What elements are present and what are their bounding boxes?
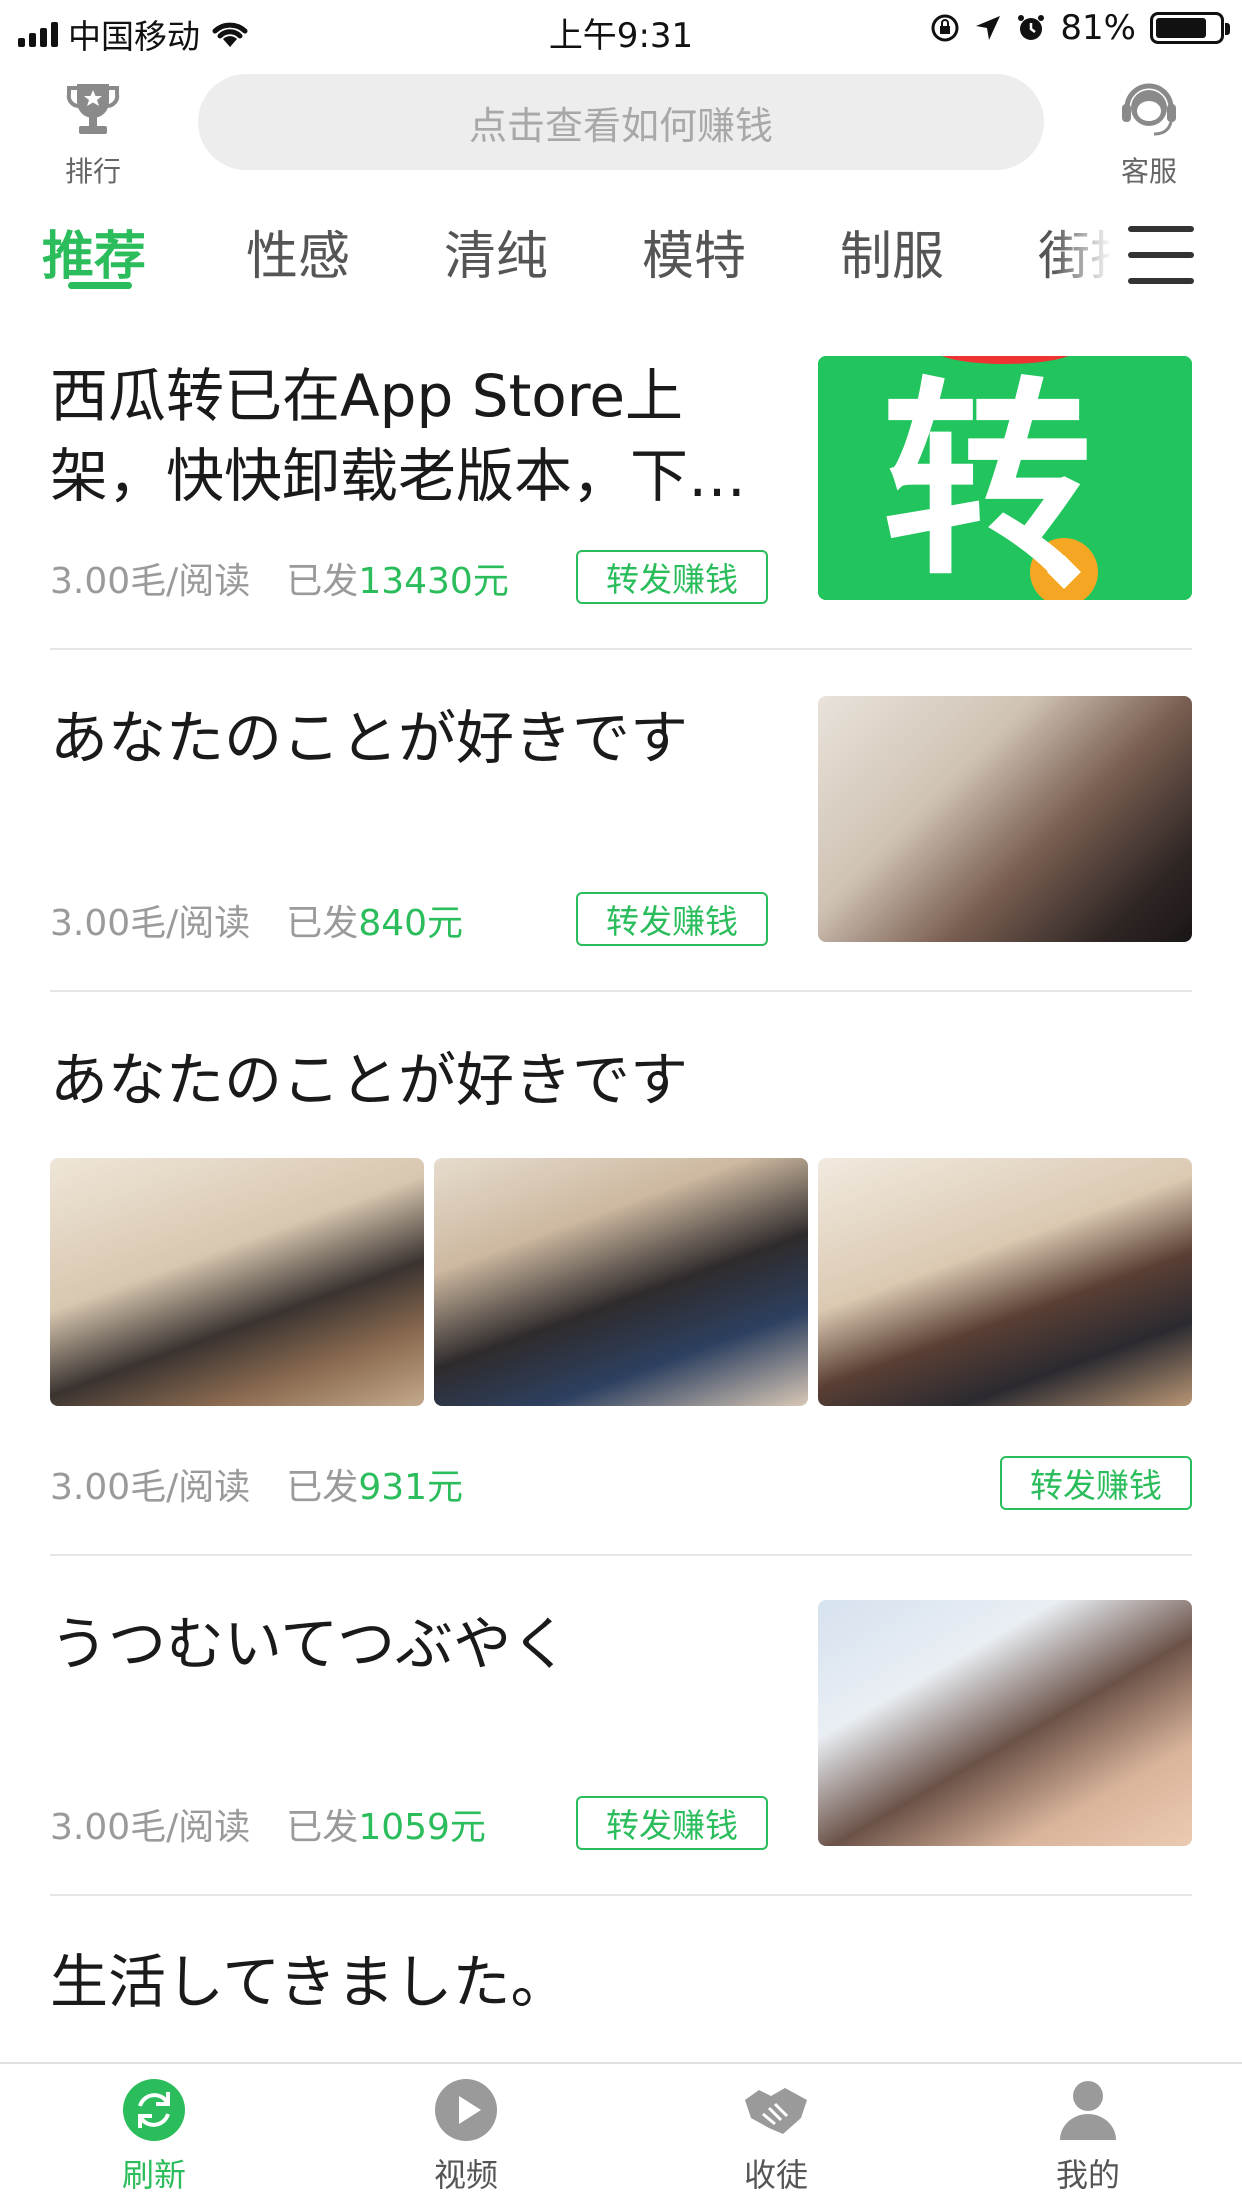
article-sent-amount: 931元 bbox=[358, 1467, 464, 1508]
trophy-icon bbox=[66, 84, 120, 134]
gallery-image[interactable] bbox=[434, 1158, 808, 1406]
customer-service-button[interactable]: 客服 bbox=[1104, 80, 1194, 190]
tabbar-label: 刷新 bbox=[121, 2156, 186, 2194]
article-item[interactable]: 生活してきました。 bbox=[50, 1942, 1192, 2022]
location-icon bbox=[976, 16, 1001, 40]
article-thumbnail-photo[interactable] bbox=[818, 1600, 1192, 1846]
play-icon bbox=[435, 2079, 497, 2141]
article-item[interactable]: うつむいてつぶやく bbox=[50, 1604, 770, 1684]
bottom-tab-bar: 刷新 视频 收徒 我的 bbox=[0, 2062, 1242, 2208]
article-thumbnail-app-logo[interactable]: 转 bbox=[818, 356, 1192, 600]
share-earn-button[interactable]: 转发赚钱 bbox=[576, 892, 768, 946]
refresh-icon bbox=[123, 2079, 185, 2141]
article-item[interactable]: 西瓜转已在App Store上架，快快卸载老版本，下… bbox=[50, 356, 770, 516]
top-header: 排行 点击查看如何赚钱 客服 bbox=[0, 62, 1242, 192]
tab-pure[interactable]: 清纯 bbox=[444, 214, 548, 289]
article-thumbnail-photo[interactable] bbox=[818, 696, 1192, 942]
article-title: 生活してきました。 bbox=[50, 1948, 569, 2016]
menu-icon[interactable] bbox=[1128, 226, 1194, 284]
article-meta: 3.00毛/阅读 已发931元 bbox=[50, 1458, 463, 1510]
divider bbox=[50, 1554, 1192, 1556]
orientation-lock-icon bbox=[931, 14, 959, 42]
article-sent-amount: 1059元 bbox=[358, 1807, 486, 1848]
tab-model[interactable]: 模特 bbox=[642, 214, 746, 289]
article-meta: 3.00毛/阅读 已发840元 bbox=[50, 894, 463, 946]
article-item[interactable]: あなたのことが好きです bbox=[50, 698, 770, 778]
article-title: 西瓜转已在App Store上架，快快卸载老版本，下… bbox=[50, 362, 747, 510]
tabbar-recruit[interactable]: 收徒 bbox=[706, 2078, 846, 2196]
article-sent-prefix: 已发 bbox=[286, 561, 359, 602]
tab-recommend[interactable]: 推荐 bbox=[42, 214, 146, 289]
article-sent-prefix: 已发 bbox=[286, 903, 359, 944]
search-bar[interactable]: 点击查看如何赚钱 bbox=[198, 74, 1044, 170]
article-sent-amount: 13430元 bbox=[358, 561, 509, 602]
article-rate: 3.00毛/阅读 bbox=[50, 903, 251, 944]
article-rate: 3.00毛/阅读 bbox=[50, 1467, 251, 1508]
tab-sexy[interactable]: 性感 bbox=[246, 214, 350, 289]
battery-fill bbox=[1156, 18, 1207, 38]
handshake-icon bbox=[745, 2088, 807, 2134]
share-earn-button[interactable]: 转发赚钱 bbox=[576, 1796, 768, 1850]
status-right: 81% bbox=[930, 8, 1230, 48]
app-logo-text: 转 bbox=[882, 359, 1093, 601]
tabbar-mine[interactable]: 我的 bbox=[1018, 2078, 1158, 2196]
tabbar-refresh[interactable]: 刷新 bbox=[84, 2078, 224, 2196]
article-title: あなたのことが好きです bbox=[50, 1046, 689, 1114]
service-label: 客服 bbox=[1120, 155, 1177, 188]
article-sent-prefix: 已发 bbox=[286, 1807, 359, 1848]
rank-label: 排行 bbox=[64, 155, 121, 188]
article-sent-prefix: 已发 bbox=[286, 1467, 359, 1508]
article-item[interactable]: あなたのことが好きです bbox=[50, 1040, 1192, 1120]
active-tab-indicator bbox=[68, 282, 132, 289]
divider bbox=[50, 648, 1192, 650]
article-title: あなたのことが好きです bbox=[50, 704, 689, 772]
divider bbox=[50, 1894, 1192, 1896]
tabbar-label: 我的 bbox=[1055, 2156, 1120, 2194]
headset-icon bbox=[1122, 83, 1176, 136]
rank-button[interactable]: 排行 bbox=[48, 80, 138, 190]
article-meta: 3.00毛/阅读 已发13430元 bbox=[50, 552, 509, 604]
tabbar-video[interactable]: 视频 bbox=[396, 2078, 536, 2196]
share-earn-button[interactable]: 转发赚钱 bbox=[1000, 1456, 1192, 1510]
alarm-icon bbox=[1018, 15, 1045, 40]
tab-uniform[interactable]: 制服 bbox=[840, 214, 944, 289]
article-meta: 3.00毛/阅读 已发1059元 bbox=[50, 1798, 486, 1850]
article-title: うつむいてつぶやく bbox=[50, 1610, 570, 1678]
person-icon bbox=[1060, 2081, 1116, 2140]
share-earn-button[interactable]: 转发赚钱 bbox=[576, 550, 768, 604]
battery-percent: 81% bbox=[1060, 8, 1136, 48]
gallery-image[interactable] bbox=[818, 1158, 1192, 1406]
gallery-image[interactable] bbox=[50, 1158, 424, 1406]
battery-icon bbox=[1150, 12, 1230, 44]
article-sent-amount: 840元 bbox=[358, 903, 464, 944]
article-rate: 3.00毛/阅读 bbox=[50, 1807, 251, 1848]
tabbar-label: 视频 bbox=[433, 2156, 498, 2194]
status-bar: 中国移动 上午9:31 81% bbox=[0, 0, 1242, 60]
article-rate: 3.00毛/阅读 bbox=[50, 561, 251, 602]
divider bbox=[50, 990, 1192, 992]
tabbar-label: 收徒 bbox=[743, 2156, 808, 2194]
